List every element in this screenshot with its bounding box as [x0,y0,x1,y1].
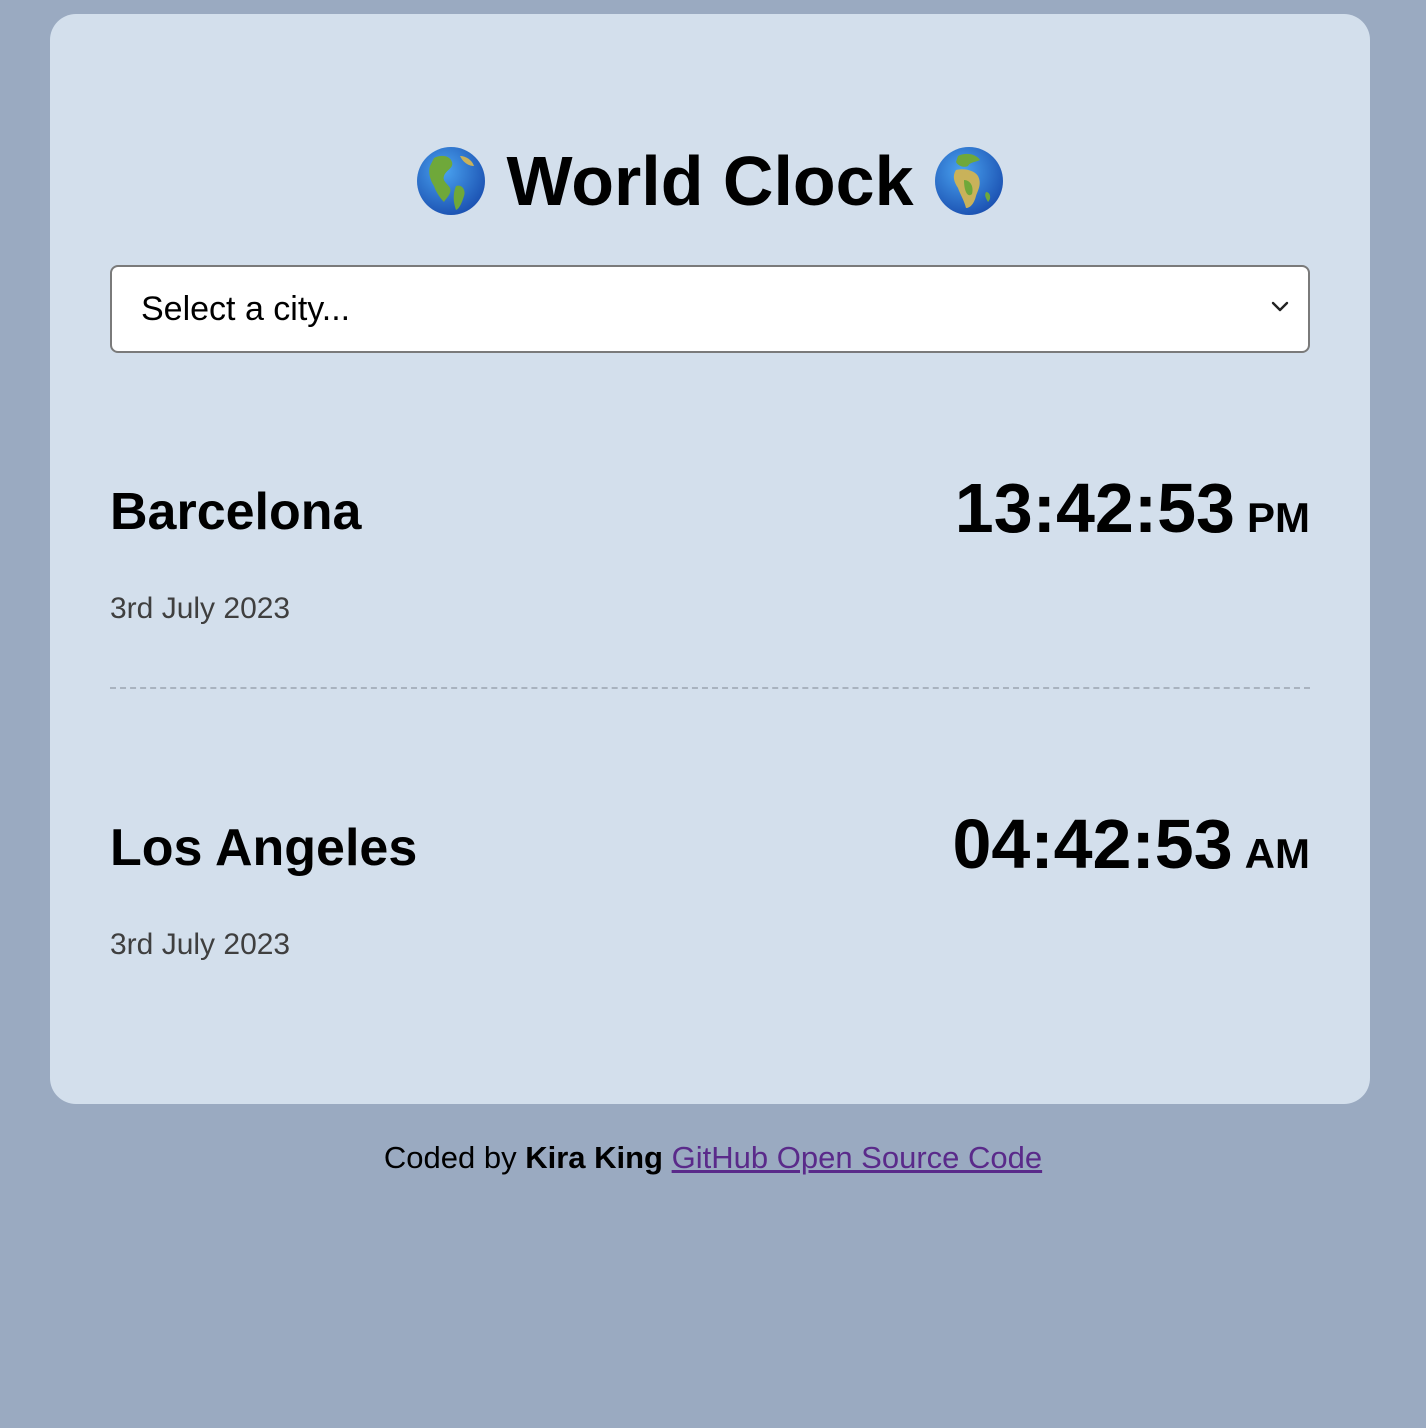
time-digits: 13:42:53 [954,469,1235,547]
chevron-down-icon [1271,301,1289,312]
footer-prefix: Coded by [383,1140,517,1175]
city-date: 3rd July 2023 [110,592,291,625]
city-time: 04:42:53 AM [952,804,1310,884]
city-select[interactable]: Select a city... [110,265,1310,353]
footer: Coded by Kira King GitHub Open Source Co… [0,1140,1426,1176]
globe-europe-africa-icon [934,147,1003,215]
city-clock-los-angeles: Los Angeles 04:42:53 AM 3rd July 2023 [110,790,1310,970]
divider [110,687,1310,689]
world-clock-card: World Clock Select a city... Barcelona 1… [50,14,1370,1104]
title-text: World Clock [506,142,914,220]
footer-author: Kira King [525,1140,663,1175]
city-time: 13:42:53 PM [955,468,1310,548]
github-link[interactable]: GitHub Open Source Code [672,1140,1043,1175]
city-select-value: Select a city... [141,290,351,328]
globe-americas-icon [417,147,486,215]
city-date: 3rd July 2023 [110,928,291,961]
city-clock-barcelona: Barcelona 13:42:53 PM 3rd July 2023 [110,454,1310,634]
city-name: Barcelona [110,483,362,541]
time-digits: 04:42:53 [952,805,1233,883]
time-ampm: AM [1244,830,1310,877]
time-ampm: PM [1247,494,1310,541]
page-title: World Clock [50,136,1370,226]
city-name: Los Angeles [110,819,418,877]
